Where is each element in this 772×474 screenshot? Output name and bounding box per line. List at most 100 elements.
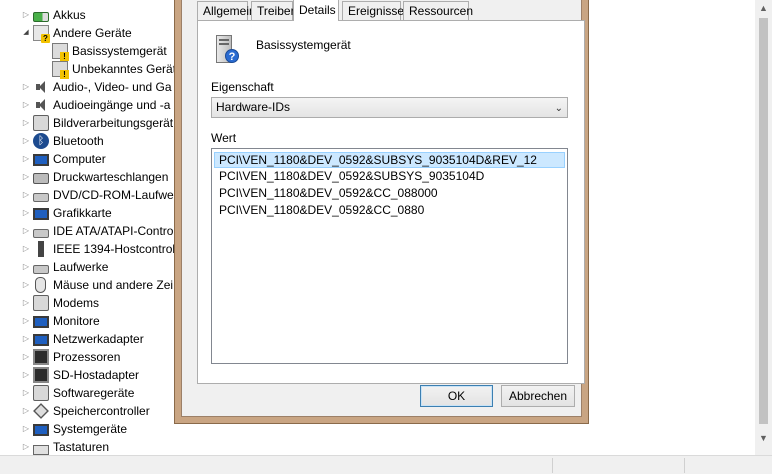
tree-item[interactable]: ▷ Systemgeräte bbox=[19, 420, 127, 438]
tree-item-label: Prozessoren bbox=[53, 350, 121, 364]
optical-drive-icon bbox=[33, 193, 49, 202]
value-item[interactable]: PCI\VEN_1180&DEV_0592&CC_0880 bbox=[214, 203, 565, 219]
collapse-arrow-icon[interactable]: ◢ bbox=[19, 24, 33, 42]
status-segment-divider bbox=[552, 458, 553, 473]
expand-arrow-icon[interactable]: ▷ bbox=[19, 186, 33, 204]
tree-scrollbar[interactable]: ▲ ▼ bbox=[755, 0, 772, 455]
system-device-icon bbox=[33, 423, 49, 436]
scroll-down-arrow-icon[interactable]: ▼ bbox=[755, 430, 772, 447]
tab-driver[interactable]: Treiber bbox=[251, 1, 295, 20]
value-item[interactable]: PCI\VEN_1180&DEV_0592&SUBSYS_9035104D&RE… bbox=[214, 152, 565, 168]
tree-item[interactable]: ▷ Laufwerke bbox=[19, 258, 108, 276]
tree-item[interactable]: Basissystemgerät bbox=[38, 42, 167, 61]
property-dropdown[interactable]: Hardware-IDs ⌄ bbox=[211, 97, 568, 118]
expand-arrow-icon[interactable]: ▷ bbox=[19, 276, 33, 294]
printer-icon bbox=[33, 173, 49, 184]
mouse-icon bbox=[35, 277, 46, 293]
modem-icon bbox=[33, 295, 49, 311]
tree-item-label: Netzwerkadapter bbox=[53, 332, 144, 346]
tree-item-label: Mäuse und andere Zei bbox=[53, 278, 174, 292]
expand-arrow-icon[interactable]: ▷ bbox=[19, 168, 33, 186]
value-list[interactable]: PCI\VEN_1180&DEV_0592&SUBSYS_9035104D&RE… bbox=[211, 148, 568, 364]
ok-button[interactable]: OK bbox=[420, 385, 493, 407]
expand-arrow-icon[interactable]: ▷ bbox=[19, 438, 33, 455]
tree-item[interactable]: ▷ Mäuse und andere Zei bbox=[19, 276, 173, 294]
details-panel: ? Basissystemgerät Eigenschaft Hardware-… bbox=[197, 20, 585, 384]
tab-events[interactable]: Ereignisse bbox=[342, 1, 404, 20]
tree-item[interactable]: ▷ Audio-, Video- und Ga bbox=[19, 78, 172, 96]
warning-device-icon bbox=[52, 61, 69, 79]
expand-arrow-icon[interactable]: ▷ bbox=[19, 114, 33, 132]
tree-item[interactable]: ▷ IDE ATA/ATAPI-Contro bbox=[19, 222, 173, 240]
value-item[interactable]: PCI\VEN_1180&DEV_0592&CC_088000 bbox=[214, 186, 565, 202]
property-label: Eigenschaft bbox=[211, 80, 274, 94]
tab-general[interactable]: Allgemein bbox=[197, 1, 256, 20]
tree-item[interactable]: Unbekanntes Gerät bbox=[38, 60, 176, 79]
expand-arrow-icon[interactable]: ▷ bbox=[19, 240, 33, 258]
tree-item[interactable]: ▷ Speichercontroller bbox=[19, 402, 150, 420]
tree-item-label: Tastaturen bbox=[53, 440, 110, 454]
expand-arrow-icon[interactable]: ▷ bbox=[19, 78, 33, 96]
tree-item-label: Grafikkarte bbox=[53, 206, 112, 220]
expand-arrow-icon[interactable]: ▷ bbox=[19, 384, 33, 402]
expand-arrow-icon[interactable]: ▷ bbox=[19, 330, 33, 348]
tab-resources[interactable]: Ressourcen bbox=[403, 1, 473, 20]
tree-item-label: Systemgeräte bbox=[53, 422, 128, 436]
tree-item[interactable]: ▷ Tastaturen bbox=[19, 438, 109, 455]
tree-item[interactable]: ▷ IEEE 1394-Hostcontroll bbox=[19, 240, 178, 258]
expand-arrow-icon[interactable]: ▷ bbox=[19, 366, 33, 384]
tree-item[interactable]: ▷ Akkus bbox=[19, 6, 86, 24]
tree-item[interactable]: ▷ Modems bbox=[19, 294, 99, 312]
tree-item-label: Akkus bbox=[53, 8, 86, 22]
tree-item[interactable]: ▷ SD-Hostadapter bbox=[19, 366, 139, 384]
expand-arrow-icon[interactable]: ▷ bbox=[19, 96, 33, 114]
property-selected-value: Hardware-IDs bbox=[216, 100, 291, 114]
tree-item-label: Computer bbox=[53, 152, 106, 166]
tree-item[interactable]: ▷ Computer bbox=[19, 150, 106, 168]
expand-arrow-icon[interactable]: ▷ bbox=[19, 348, 33, 366]
expand-arrow-icon[interactable]: ▷ bbox=[19, 132, 33, 150]
keyboard-icon bbox=[33, 444, 49, 455]
disk-drive-icon bbox=[33, 265, 49, 274]
software-device-icon bbox=[33, 385, 49, 401]
tree-item[interactable]: ▷ Bluetooth bbox=[19, 132, 104, 150]
tree-item[interactable]: ▷ Prozessoren bbox=[19, 348, 120, 366]
scrollbar-thumb[interactable] bbox=[759, 18, 768, 424]
ide-controller-icon bbox=[33, 229, 49, 238]
tree-item-label: Laufwerke bbox=[53, 260, 109, 274]
tree-item[interactable]: ▷ DVD/CD-ROM-Laufwe bbox=[19, 186, 174, 204]
expand-arrow-icon[interactable]: ▷ bbox=[19, 222, 33, 240]
tree-item[interactable]: ▷ Monitore bbox=[19, 312, 100, 330]
value-label: Wert bbox=[211, 131, 237, 145]
tree-item[interactable]: ▷ Netzwerkadapter bbox=[19, 330, 144, 348]
tree-item-label: Andere Geräte bbox=[53, 26, 132, 40]
cancel-button[interactable]: Abbrechen bbox=[501, 385, 575, 407]
device-name: Basissystemgerät bbox=[256, 38, 351, 52]
expand-arrow-icon[interactable]: ▷ bbox=[19, 294, 33, 312]
expand-arrow-icon[interactable]: ▷ bbox=[19, 258, 33, 276]
tree-item[interactable]: ▷ Audioeingänge und -a bbox=[19, 96, 171, 114]
tree-item[interactable]: ▷ Softwaregeräte bbox=[19, 384, 134, 402]
expand-arrow-icon[interactable]: ▷ bbox=[19, 204, 33, 222]
expand-arrow-icon[interactable]: ▷ bbox=[19, 420, 33, 438]
expand-arrow-icon[interactable]: ▷ bbox=[19, 402, 33, 420]
computer-icon bbox=[33, 153, 49, 166]
value-item[interactable]: PCI\VEN_1180&DEV_0592&SUBSYS_9035104D bbox=[214, 169, 565, 185]
display-adapter-icon bbox=[33, 207, 49, 220]
tree-item-label: Bluetooth bbox=[53, 134, 104, 148]
tree-item-label: Audio-, Video- und Ga bbox=[53, 80, 172, 94]
tree-item[interactable]: ▷ Druckwarteschlangen bbox=[19, 168, 168, 186]
expand-arrow-icon[interactable]: ▷ bbox=[19, 150, 33, 168]
chevron-down-icon: ⌄ bbox=[554, 103, 563, 114]
device-properties-dialog: Allgemein Treiber Details Ereignisse Res… bbox=[174, 0, 589, 424]
tab-details[interactable]: Details bbox=[293, 0, 339, 21]
scroll-up-arrow-icon[interactable]: ▲ bbox=[755, 0, 772, 17]
tree-item[interactable]: ◢ Andere Geräte bbox=[19, 24, 132, 43]
tree-item[interactable]: ▷ Grafikkarte bbox=[19, 204, 112, 222]
expand-arrow-icon[interactable]: ▷ bbox=[19, 312, 33, 330]
status-bar bbox=[0, 455, 772, 474]
bluetooth-icon bbox=[33, 133, 49, 149]
expand-arrow-icon[interactable]: ▷ bbox=[19, 6, 33, 24]
tree-item[interactable]: ▷ Bildverarbeitungsgerät bbox=[19, 114, 173, 132]
